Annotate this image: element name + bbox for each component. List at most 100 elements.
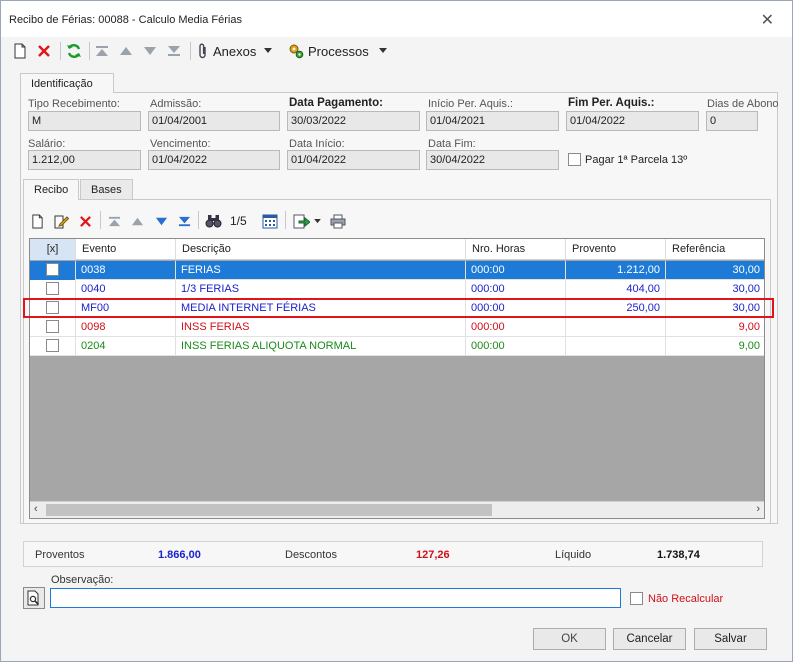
row-checkbox[interactable] bbox=[46, 320, 59, 333]
row-checkbox[interactable] bbox=[46, 282, 59, 295]
grid-edit-button[interactable] bbox=[54, 211, 69, 231]
anexos-label: Anexos bbox=[213, 43, 257, 59]
cell-evento: 0040 bbox=[76, 280, 176, 299]
calendar-icon bbox=[262, 214, 278, 228]
table-row[interactable]: 0038 FERIAS 000:00 1.212,00 30,00 bbox=[30, 261, 764, 280]
ok-button[interactable]: OK bbox=[533, 628, 606, 650]
dialog-window: Recibo de Férias: 00088 - Calculo Media … bbox=[0, 0, 793, 662]
paperclip-icon bbox=[199, 43, 206, 59]
column-header-evento[interactable]: Evento bbox=[76, 239, 176, 260]
cell-horas: 000:00 bbox=[466, 318, 566, 337]
data-fim-field[interactable]: 30/04/2022 bbox=[426, 150, 559, 170]
grid-export-button[interactable] bbox=[293, 211, 321, 231]
cell-evento: MF00 bbox=[76, 299, 176, 318]
table-row[interactable]: 0204 INSS FERIAS ALIQUOTA NORMAL 000:00 9,0… bbox=[30, 337, 764, 356]
table-row[interactable]: MF00 MEDIA INTERNET FÉRIAS 000:00 250,00 30,… bbox=[30, 299, 764, 318]
refresh-button[interactable] bbox=[66, 41, 82, 61]
liquido-value: 1.738,74 bbox=[657, 549, 700, 561]
row-checkbox[interactable] bbox=[46, 301, 59, 314]
row-select-cell bbox=[30, 299, 76, 318]
observacao-input[interactable] bbox=[50, 588, 621, 608]
fim-per-aquis-label: Fim Per. Aquis.: bbox=[568, 97, 655, 109]
anexos-menu-button[interactable]: Anexos bbox=[197, 41, 273, 61]
tab-bases[interactable]: Bases bbox=[80, 179, 133, 199]
pagar-parcela-checkbox[interactable] bbox=[568, 153, 581, 166]
data-inicio-field[interactable]: 01/04/2022 bbox=[287, 150, 420, 170]
title-bar: Recibo de Férias: 00088 - Calculo Media … bbox=[1, 1, 792, 37]
previous-record-button[interactable] bbox=[119, 41, 133, 61]
gears-icon bbox=[289, 44, 304, 59]
refresh-icon bbox=[67, 44, 81, 58]
cell-horas: 000:00 bbox=[466, 337, 566, 356]
grid-find-button[interactable] bbox=[205, 211, 222, 231]
row-select-cell bbox=[30, 261, 76, 280]
vencimento-field[interactable]: 01/04/2022 bbox=[148, 150, 280, 170]
column-header-nro-horas[interactable]: Nro. Horas bbox=[466, 239, 566, 260]
new-button[interactable] bbox=[13, 41, 27, 61]
inicio-per-aquis-label: Início Per. Aquis.: bbox=[428, 98, 513, 110]
grid-new-button[interactable] bbox=[31, 211, 44, 231]
row-checkbox[interactable] bbox=[46, 263, 59, 276]
nao-recalcular-checkbox[interactable] bbox=[630, 592, 643, 605]
arrow-down-icon bbox=[144, 47, 156, 55]
table-row[interactable]: 0040 1/3 FERIAS 000:00 404,00 30,00 bbox=[30, 280, 764, 299]
tipo-recebimento-field[interactable]: M bbox=[28, 111, 141, 131]
descontos-value: 127,26 bbox=[416, 549, 450, 561]
cell-evento: 0038 bbox=[76, 261, 176, 280]
dias-abono-field[interactable]: 0 bbox=[706, 111, 758, 131]
grid-delete-button[interactable] bbox=[79, 211, 92, 231]
data-pagamento-label: Data Pagamento: bbox=[289, 97, 383, 109]
observacao-lookup-button[interactable] bbox=[23, 587, 45, 609]
nao-recalcular-label: Não Recalcular bbox=[648, 593, 724, 605]
scrollbar-thumb[interactable] bbox=[46, 504, 492, 516]
tab-recibo[interactable]: Recibo bbox=[23, 179, 79, 200]
arrow-up-icon bbox=[120, 47, 132, 55]
close-icon[interactable]: ✕ bbox=[761, 10, 774, 30]
table-row[interactable]: 0098 INSS FERIAS 000:00 9,00 bbox=[30, 318, 764, 337]
tab-identificacao[interactable]: Identificação bbox=[20, 73, 114, 93]
cell-descricao: INSS FERIAS bbox=[176, 318, 466, 337]
inicio-per-aquis-field[interactable]: 01/04/2021 bbox=[426, 111, 559, 131]
cell-provento: 250,00 bbox=[566, 299, 666, 318]
cell-referencia: 9,00 bbox=[666, 337, 764, 356]
next-record-button[interactable] bbox=[143, 41, 157, 61]
salario-field[interactable]: 1.212,00 bbox=[28, 150, 141, 170]
proventos-label: Proventos bbox=[35, 549, 85, 561]
processos-menu-button[interactable]: Processos bbox=[288, 41, 387, 61]
processos-label: Processos bbox=[308, 43, 369, 59]
last-record-button[interactable] bbox=[167, 41, 181, 61]
chevron-down-icon bbox=[314, 218, 321, 223]
last-record-icon bbox=[168, 46, 180, 56]
fim-per-aquis-field[interactable]: 01/04/2022 bbox=[566, 111, 699, 131]
row-checkbox[interactable] bbox=[46, 339, 59, 352]
delete-icon bbox=[38, 45, 50, 57]
scroll-right-icon[interactable]: › bbox=[756, 503, 760, 515]
column-header-select[interactable]: [x] bbox=[30, 239, 76, 260]
cancel-button[interactable]: Cancelar bbox=[613, 628, 686, 650]
eventos-grid: [x] Evento Descrição Nro. Horas Provento… bbox=[29, 238, 765, 519]
column-header-descricao[interactable]: Descrição bbox=[176, 239, 466, 260]
first-record-button[interactable] bbox=[95, 41, 109, 61]
data-fim-label: Data Fim: bbox=[428, 138, 476, 150]
admissao-field[interactable]: 01/04/2001 bbox=[148, 111, 280, 131]
grid-last-button[interactable] bbox=[178, 211, 191, 231]
grid-calendar-button[interactable] bbox=[262, 211, 278, 231]
horizontal-scrollbar[interactable]: ‹ › bbox=[30, 501, 764, 518]
delete-button[interactable] bbox=[37, 41, 51, 61]
printer-icon bbox=[330, 214, 346, 228]
cell-descricao: FERIAS bbox=[176, 261, 466, 280]
save-button[interactable]: Salvar bbox=[694, 628, 767, 650]
cell-evento: 0098 bbox=[76, 318, 176, 337]
last-record-icon bbox=[178, 216, 191, 226]
data-pagamento-field[interactable]: 30/03/2022 bbox=[287, 111, 420, 131]
vencimento-label: Vencimento: bbox=[150, 138, 211, 150]
column-header-provento[interactable]: Provento bbox=[566, 239, 666, 260]
scroll-left-icon[interactable]: ‹ bbox=[34, 503, 38, 515]
grid-print-button[interactable] bbox=[330, 211, 346, 231]
dias-abono-label: Dias de Abono bbox=[707, 98, 779, 110]
cell-horas: 000:00 bbox=[466, 299, 566, 318]
grid-first-button[interactable] bbox=[108, 211, 121, 231]
grid-next-button[interactable] bbox=[155, 211, 168, 231]
column-header-referencia[interactable]: Referência bbox=[666, 239, 764, 260]
grid-previous-button[interactable] bbox=[131, 211, 144, 231]
